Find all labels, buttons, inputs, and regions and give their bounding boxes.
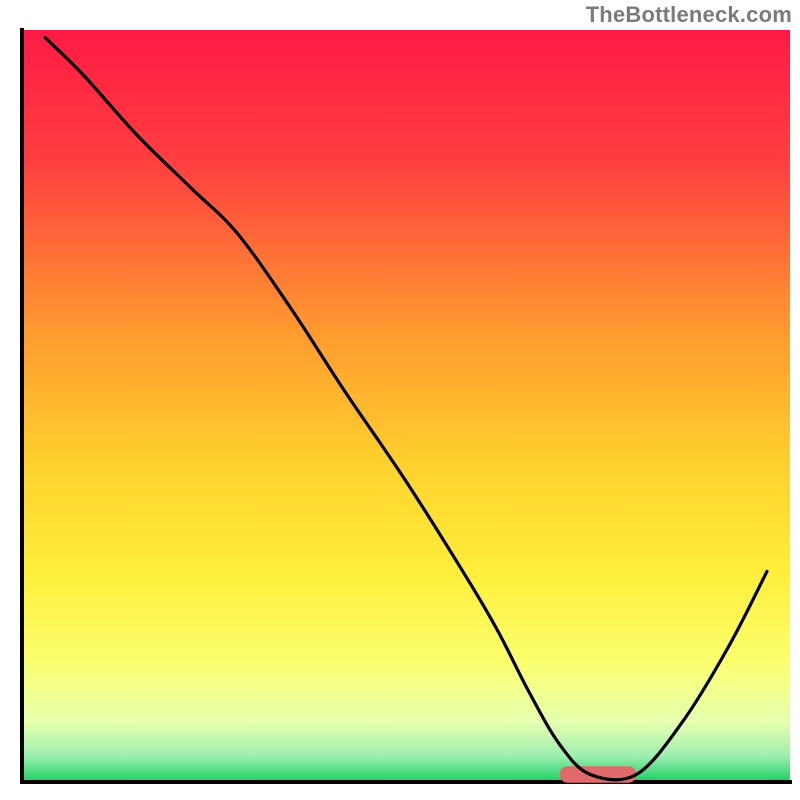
bottleneck-chart [0,0,800,800]
plot-background [22,30,790,782]
chart-frame: TheBottleneck.com [0,0,800,800]
watermark-text: TheBottleneck.com [586,2,792,28]
